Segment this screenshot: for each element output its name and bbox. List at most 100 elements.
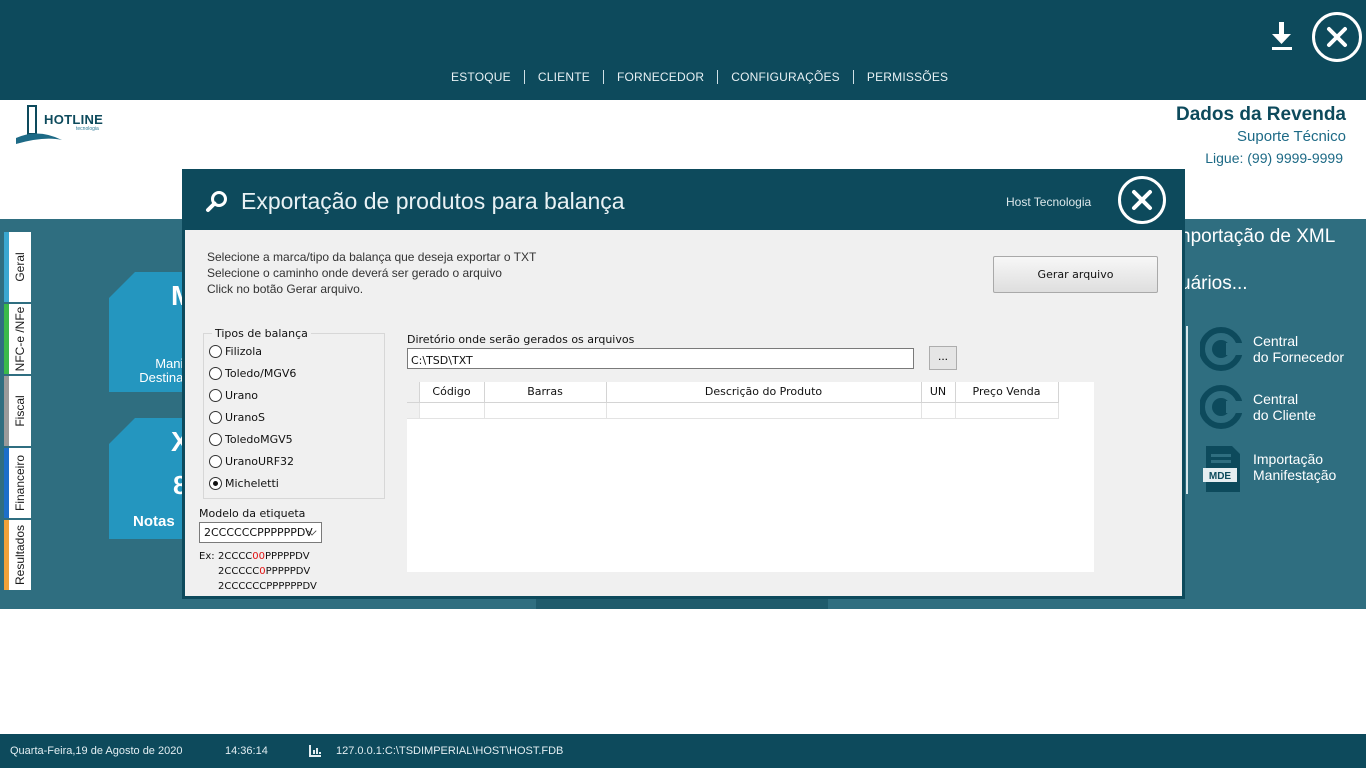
close-icon (1327, 27, 1347, 47)
example-3: 2CCCCCCPPPPPPDV (218, 581, 317, 592)
mde-document-icon: MDE (1200, 444, 1244, 492)
browse-directory-button[interactable]: ... (929, 346, 957, 370)
cell-descricao[interactable] (606, 402, 922, 419)
logo-brand-text: HOTLINE (44, 112, 104, 127)
col-un[interactable]: UN (921, 382, 956, 403)
central-cliente-line1: Central (1253, 391, 1299, 407)
blurred-company-name (20, 12, 310, 36)
tab-financeiro-label: Financeiro (13, 454, 27, 512)
col-barras[interactable]: Barras (484, 382, 607, 403)
products-grid[interactable]: Código Barras Descrição do Produto UN Pr… (407, 382, 1094, 572)
central-cliente-link[interactable]: Central do Cliente (1199, 384, 1316, 430)
balance-types-group: Tipos de balança Filizola Toledo/MGV6 Ur… (203, 327, 385, 499)
close-app-button[interactable] (1312, 12, 1362, 62)
instruction-line-3: Click no botão Gerar arquivo. (207, 282, 364, 296)
products-table: Código Barras Descrição do Produto UN Pr… (407, 382, 1059, 419)
col-descricao[interactable]: Descrição do Produto (606, 382, 922, 403)
nav-permissoes[interactable]: PERMISSÕES (854, 70, 961, 84)
radio-urano-label: Urano (225, 389, 259, 402)
table-row[interactable] (407, 402, 1059, 419)
radio-circle (209, 433, 222, 446)
central-fornecedor-line1: Central (1253, 333, 1299, 349)
importacao-line2: Manifestação (1253, 467, 1337, 483)
right-panel: nportação de XML uários... (1180, 226, 1335, 295)
hotline-logo: HOTLINE tecnologia (14, 104, 114, 150)
instruction-line-2: Selecione o caminho onde deverá ser gera… (207, 266, 502, 280)
radio-filizola[interactable]: Filizola (209, 345, 262, 358)
tab-nfce-nfe[interactable]: NFC-e /NFe (4, 304, 31, 374)
central-fornecedor-link[interactable]: Central do Fornecedor (1199, 326, 1345, 372)
dialog-close-button[interactable] (1118, 176, 1166, 224)
revenda-support: Suporte Técnico (1237, 128, 1346, 145)
radio-micheletti-label: Micheletti (225, 477, 279, 490)
importacao-manifestacao-link[interactable]: MDE Importação Manifestação (1200, 444, 1337, 492)
tile-manifesto-label-line2: Destinat (139, 370, 187, 385)
nav-estoque[interactable]: ESTOQUE (438, 70, 525, 84)
directory-input[interactable] (407, 348, 914, 369)
tab-financeiro[interactable]: Financeiro (4, 448, 31, 518)
cell-barras[interactable] (484, 402, 607, 419)
status-date: Quarta-Feira,19 de Agosto de 2020 (10, 745, 183, 757)
radio-micheletti[interactable]: Micheletti (209, 477, 279, 490)
vertical-tabs: Geral NFC-e /NFe Fiscal Financeiro Resul… (4, 232, 31, 592)
label-model-value: 2CCCCCCPPPPPPDV (204, 526, 313, 539)
importacao-line1: Importação (1253, 451, 1324, 467)
c-logo-icon (1199, 326, 1244, 372)
radio-urano-urf32[interactable]: UranoURF32 (209, 455, 294, 468)
central-cliente-label: Central do Cliente (1253, 391, 1316, 423)
cell-codigo[interactable] (419, 402, 485, 419)
central-cliente-line2: do Cliente (1253, 407, 1317, 423)
dialog-host-label: Host Tecnologia (1006, 195, 1092, 209)
dialog-title: Exportação de produtos para balança (241, 188, 625, 214)
tile-manifesto-label-line1: Manif (155, 356, 187, 371)
cell-un[interactable] (921, 402, 956, 419)
label-model-label: Modelo da etiqueta (199, 507, 306, 520)
radio-filizola-label: Filizola (225, 345, 262, 358)
tab-resultados-label: Resultados (13, 524, 27, 586)
tab-geral-label: Geral (13, 252, 27, 282)
tile-notas[interactable]: X 8 Notas (109, 418, 189, 539)
col-codigo[interactable]: Código (419, 382, 485, 403)
radio-uranos-label: UranoS (225, 411, 265, 424)
nav-fornecedor[interactable]: FORNECEDOR (604, 70, 719, 84)
radio-urano[interactable]: Urano (209, 389, 258, 402)
radio-circle (209, 411, 222, 424)
grid-corner (407, 382, 420, 403)
tile-manifesto[interactable]: M Manif Destinat (109, 272, 189, 392)
nav-configuracoes[interactable]: CONFIGURAÇÕES (718, 70, 854, 84)
label-model-select[interactable]: 2CCCCCCPPPPPPDV (199, 522, 322, 543)
generate-file-button[interactable]: Gerar arquivo (993, 256, 1158, 293)
tab-resultados[interactable]: Resultados (4, 520, 31, 590)
row-header-cell (407, 402, 420, 419)
example-1-part-b: 00 (252, 551, 266, 562)
instruction-line-1: Selecione a marca/tipo da balança que de… (207, 250, 537, 264)
usuarios-link[interactable]: uários... (1180, 273, 1335, 295)
central-fornecedor-line2: do Fornecedor (1253, 349, 1345, 365)
radio-circle (209, 367, 222, 380)
tab-fiscal-label: Fiscal (13, 395, 27, 427)
status-bar: Quarta-Feira,19 de Agosto de 2020 14:36:… (0, 734, 1366, 768)
radio-toledo-mgv6-label: Toledo/MGV6 (225, 367, 297, 380)
blurred-company-info (20, 12, 410, 42)
col-preco-venda[interactable]: Preço Venda (955, 382, 1059, 403)
radio-circle (209, 455, 222, 468)
example-2-part-c: PPPPPDV (265, 566, 311, 577)
revenda-phone: Ligue: (99) 9999-9999 (1205, 150, 1343, 166)
radio-circle (209, 345, 222, 358)
download-icon[interactable] (1266, 20, 1298, 54)
radio-circle (209, 389, 222, 402)
radio-toledo-mgv6[interactable]: Toledo/MGV6 (209, 367, 296, 380)
radio-toledo-mgv5[interactable]: ToledoMGV5 (209, 433, 293, 446)
logo-sub-text: tecnologia (76, 126, 99, 132)
tile-manifesto-label: Manif Destinat (129, 357, 187, 385)
example-1-part-c: PPPPPDV (265, 551, 310, 562)
radio-uranos[interactable]: UranoS (209, 411, 265, 424)
tab-fiscal[interactable]: Fiscal (4, 376, 31, 446)
status-database: 127.0.0.1:C:\TSDIMPERIAL\HOST\HOST.FDB (336, 745, 564, 757)
cell-preco[interactable] (955, 402, 1059, 419)
tab-geral[interactable]: Geral (4, 232, 31, 302)
logo-mark-icon (16, 105, 62, 144)
example-2-part-a: 2CCCCC (218, 566, 260, 577)
nav-cliente[interactable]: CLIENTE (525, 70, 604, 84)
import-xml-link[interactable]: nportação de XML (1180, 226, 1335, 248)
